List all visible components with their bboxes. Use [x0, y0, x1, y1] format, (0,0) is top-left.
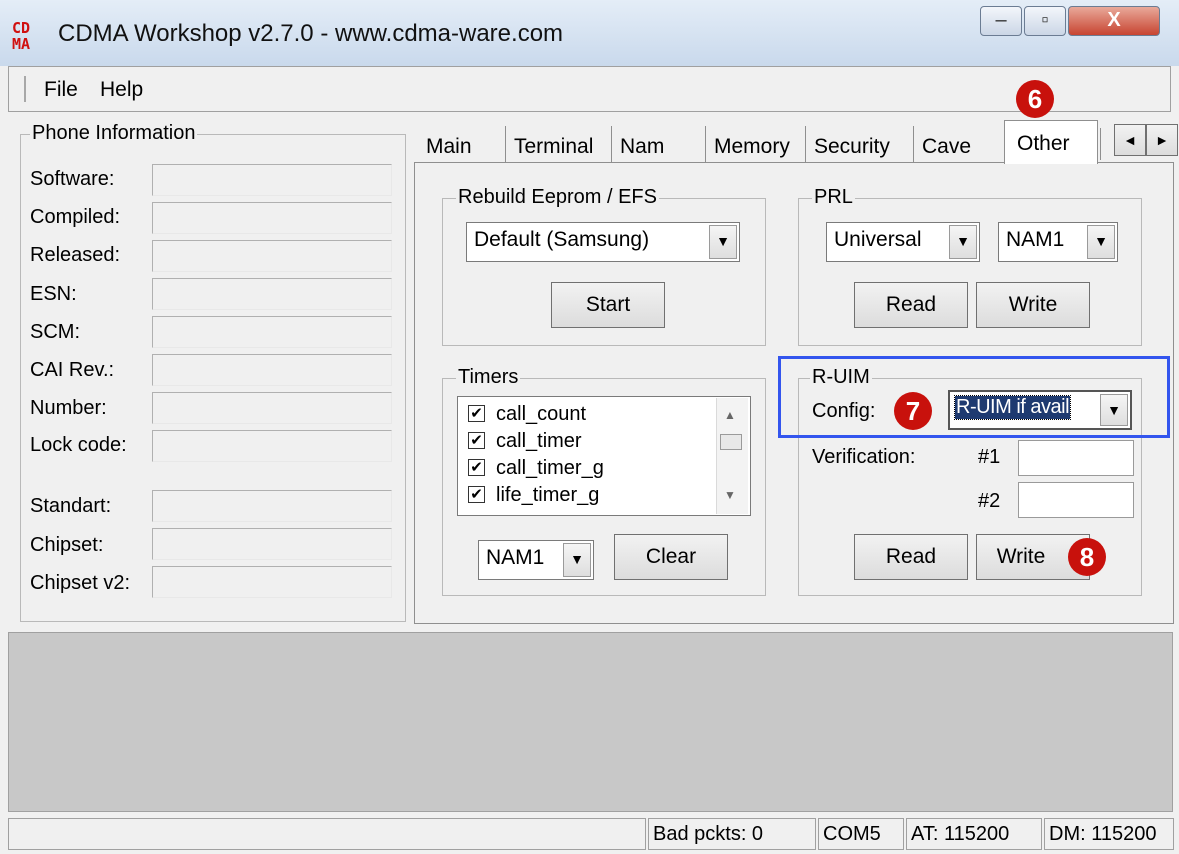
status-bad-packets: Bad pckts: 0: [648, 818, 816, 850]
prl-write-button[interactable]: Write: [976, 282, 1090, 328]
annotation-badge-6: 6: [1016, 80, 1054, 118]
close-icon: X: [1107, 9, 1121, 31]
chipset-v2-field: [152, 566, 392, 598]
maximize-button[interactable]: ▫: [1024, 6, 1066, 36]
esn-label: ESN:: [30, 283, 77, 305]
start-button[interactable]: Start: [551, 282, 665, 328]
tab-cave[interactable]: Cave: [916, 126, 1004, 166]
released-field: [152, 240, 392, 272]
verification-2-label: #2: [978, 490, 1001, 512]
app-window: CD MA CDMA Workshop v2.7.0 - www.cdma-war…: [0, 0, 1179, 854]
call-count-checkbox[interactable]: ✔: [468, 405, 485, 422]
log-pane[interactable]: [8, 632, 1173, 812]
scm-field: [152, 316, 392, 348]
tab-security[interactable]: Security: [808, 126, 914, 166]
chevron-down-icon: ▼: [949, 225, 977, 259]
rebuild-title: Rebuild Eeprom / EFS: [456, 186, 659, 209]
config-label: Config:: [812, 400, 876, 422]
lock-code-field: [152, 430, 392, 462]
rebuild-profile-select[interactable]: Default (Samsung) ▼: [466, 222, 740, 262]
maximize-icon: ▫: [1041, 9, 1049, 31]
verification-1-input[interactable]: [1018, 440, 1134, 476]
verification-label: Verification:: [812, 446, 916, 468]
scroll-thumb[interactable]: [720, 434, 742, 450]
annotation-badge-8: 8: [1068, 538, 1106, 576]
menu-file[interactable]: File: [44, 78, 78, 102]
ruim-config-select[interactable]: R-UIM if avail ▼: [948, 390, 1132, 430]
number-field: [152, 392, 392, 424]
scroll-up-icon[interactable]: ▲: [724, 408, 736, 422]
call-timer-label: call_timer: [496, 430, 582, 452]
life-timer-g-label: life_timer_g: [496, 484, 600, 506]
chevron-down-icon: ▼: [563, 543, 591, 577]
tab-overflow-edge: [1100, 128, 1107, 160]
rebuild-profile-value: Default (Samsung): [474, 228, 650, 251]
chevron-down-icon: ▼: [1087, 225, 1115, 259]
scroll-down-icon[interactable]: ▼: [724, 488, 736, 502]
ruim-title: R-UIM: [810, 366, 872, 389]
annotation-badge-7: 7: [894, 392, 932, 430]
cai-rev-field: [152, 354, 392, 386]
window-title: CDMA Workshop v2.7.0 - www.cdma-ware.com: [58, 20, 564, 47]
esn-field: [152, 278, 392, 310]
software-field: [152, 164, 392, 196]
tab-terminal[interactable]: Terminal: [508, 126, 612, 166]
ruim-config-value: R-UIM if avail: [953, 395, 1072, 420]
standart-field: [152, 490, 392, 522]
status-dm-baud: DM: 115200: [1044, 818, 1174, 850]
tab-scroll-right-button[interactable]: ►: [1146, 124, 1178, 156]
scm-label: SCM:: [30, 321, 80, 343]
cdma-logo-icon: CD MA: [12, 19, 31, 53]
menu-help[interactable]: Help: [100, 78, 143, 102]
prl-type-value: Universal: [834, 228, 922, 251]
minimize-button[interactable]: –: [980, 6, 1022, 36]
prl-nam-select[interactable]: NAM1 ▼: [998, 222, 1118, 262]
clear-button[interactable]: Clear: [614, 534, 728, 580]
menu-grip: [24, 76, 26, 102]
status-at-baud: AT: 115200: [906, 818, 1042, 850]
prl-read-button[interactable]: Read: [854, 282, 968, 328]
chevron-down-icon: ▼: [1100, 394, 1128, 426]
tab-other[interactable]: Other: [1004, 120, 1098, 164]
timers-nam-select[interactable]: NAM1 ▼: [478, 540, 594, 580]
call-timer-g-checkbox[interactable]: ✔: [468, 459, 485, 476]
call-count-label: call_count: [496, 403, 587, 425]
tab-memory[interactable]: Memory: [708, 126, 806, 166]
chipset-field: [152, 528, 392, 560]
prl-title: PRL: [812, 186, 855, 209]
call-timer-g-label: call_timer_g: [496, 457, 604, 479]
released-label: Released:: [30, 244, 121, 266]
timers-nam-value: NAM1: [486, 546, 545, 569]
prl-type-select[interactable]: Universal ▼: [826, 222, 980, 262]
timers-title: Timers: [456, 366, 521, 389]
verification-2-input[interactable]: [1018, 482, 1134, 518]
compiled-label: Compiled:: [30, 206, 121, 228]
compiled-field: [152, 202, 392, 234]
software-label: Software:: [30, 168, 115, 190]
prl-group: [798, 198, 1142, 346]
verification-1-label: #1: [978, 446, 1001, 468]
chipset-v2-label: Chipset v2:: [30, 572, 131, 594]
call-timer-checkbox[interactable]: ✔: [468, 432, 485, 449]
menu-bar: [8, 66, 1171, 112]
prl-nam-value: NAM1: [1006, 228, 1065, 251]
tab-nam[interactable]: Nam: [614, 126, 706, 166]
status-port: COM5: [818, 818, 904, 850]
chipset-label: Chipset:: [30, 534, 104, 556]
arrow-left-icon: ◄: [1123, 132, 1137, 148]
arrow-right-icon: ►: [1155, 132, 1169, 148]
tab-main[interactable]: Main: [420, 126, 506, 166]
phone-information-title: Phone Information: [30, 122, 198, 145]
standart-label: Standart:: [30, 495, 112, 517]
status-message: [8, 818, 646, 850]
life-timer-g-checkbox[interactable]: ✔: [468, 486, 485, 503]
number-label: Number:: [30, 397, 107, 419]
ruim-read-button[interactable]: Read: [854, 534, 968, 580]
chevron-down-icon: ▼: [709, 225, 737, 259]
lock-code-label: Lock code:: [30, 434, 127, 456]
cai-rev-label: CAI Rev.:: [30, 359, 115, 381]
close-button[interactable]: X: [1068, 6, 1160, 36]
minimize-icon: –: [995, 9, 1007, 31]
tab-scroll-left-button[interactable]: ◄: [1114, 124, 1146, 156]
